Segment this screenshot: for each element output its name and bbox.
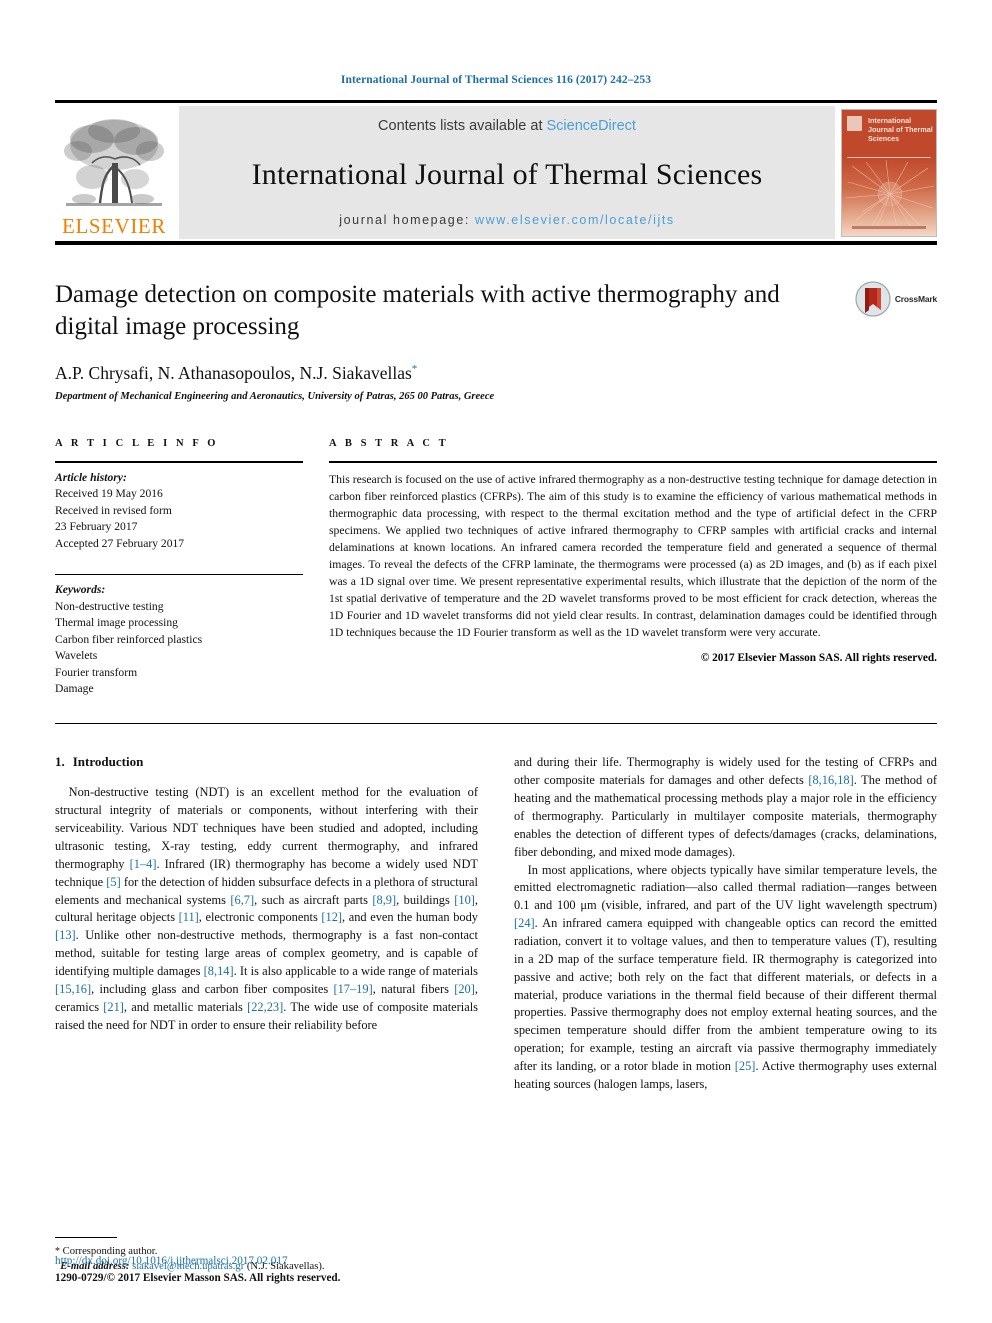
- keyword-item: Wavelets: [55, 649, 98, 663]
- elsevier-wordmark: ELSEVIER: [62, 214, 166, 238]
- keywords-label: Keywords:: [55, 583, 106, 597]
- abstract-column: A B S T R A C T This research is focused…: [329, 438, 937, 697]
- text-run: . It is also applicable to a wide range …: [233, 964, 478, 979]
- issn-copyright-line: 1290-0729/© 2017 Elsevier Masson SAS. Al…: [55, 1272, 341, 1285]
- article-history-label: Article history:: [55, 471, 127, 484]
- masthead-bottom-rule: [55, 241, 937, 245]
- keywords-block: Keywords: Non-destructive testing Therma…: [55, 582, 303, 697]
- masthead-center: Contents lists available at ScienceDirec…: [179, 106, 835, 239]
- section-number: 1.: [55, 754, 65, 770]
- contents-prefix: Contents lists available at: [378, 118, 547, 134]
- journal-cover-thumbnail: International Journal of Thermal Science…: [841, 108, 937, 237]
- citation-ref[interactable]: [8,9]: [372, 893, 396, 907]
- citation-ref[interactable]: [10]: [454, 893, 475, 907]
- keyword-item: Fourier transform: [55, 665, 138, 679]
- keyword-item: Thermal image processing: [55, 616, 178, 630]
- elsevier-logo: ELSEVIER: [55, 106, 173, 239]
- contents-available-line: Contents lists available at ScienceDirec…: [378, 118, 636, 134]
- body-right-column: and during their life. Thermography is w…: [514, 754, 937, 1274]
- text-run: , electronic components: [198, 910, 322, 925]
- author-names: A.P. Chrysafi, N. Athanasopoulos, N.J. S…: [55, 363, 412, 383]
- info-abstract-region: A R T I C L E I N F O Article history: R…: [55, 438, 937, 697]
- cover-title-text: International Journal of Thermal Science…: [868, 115, 933, 143]
- paragraph: and during their life. Thermography is w…: [514, 754, 937, 861]
- homepage-prefix: journal homepage:: [339, 213, 476, 227]
- citation-ref[interactable]: [22,23]: [247, 1000, 283, 1014]
- section-title-text: Introduction: [72, 754, 144, 770]
- history-line: Received in revised form: [55, 503, 172, 517]
- history-line: Received 19 May 2016: [55, 487, 163, 501]
- corresponding-author-marker: *: [411, 363, 418, 376]
- history-line: Accepted 27 February 2017: [55, 536, 185, 550]
- text-run: , including glass and carbon fiber compo…: [91, 981, 334, 996]
- copyright-line: © 2017 Elsevier Masson SAS. All rights r…: [700, 651, 937, 664]
- footnote-rule: [55, 1236, 117, 1238]
- citation-ref[interactable]: [21]: [103, 1000, 124, 1014]
- keywords-divider: [55, 574, 303, 576]
- page-footer: http://dx.doi.org/10.1016/j.ijthermalsci…: [55, 1253, 340, 1287]
- page-title: Damage detection on composite materials …: [55, 281, 780, 340]
- citation-ref[interactable]: [11]: [179, 910, 199, 924]
- citation-ref[interactable]: [8,16,18]: [808, 773, 853, 787]
- citation-ref[interactable]: [17–19]: [333, 982, 372, 996]
- journal-homepage-link[interactable]: www.elsevier.com/locate/ijts: [475, 213, 675, 227]
- journal-title: International Journal of Thermal Science…: [251, 158, 763, 191]
- abstract-rule: [329, 461, 937, 463]
- cover-footer-bar: [852, 225, 926, 229]
- article-history: Article history: Received 19 May 2016 Re…: [55, 470, 303, 552]
- text-run: , natural fibers: [372, 981, 455, 996]
- abstract-heading: A B S T R A C T: [329, 438, 449, 449]
- article-info-heading: A R T I C L E I N F O: [55, 438, 219, 449]
- citation-ref[interactable]: [8,14]: [204, 964, 234, 978]
- text-run: , buildings: [396, 892, 455, 907]
- cover-emblem-icon: [847, 115, 862, 131]
- citation-ref[interactable]: [20]: [454, 982, 475, 996]
- text-run: In most applications, where objects typi…: [514, 862, 937, 913]
- text-run: , and even the human body: [342, 910, 478, 925]
- sciencedirect-link[interactable]: ScienceDirect: [547, 118, 636, 134]
- journal-masthead: ELSEVIER Contents lists available at Sci…: [55, 100, 937, 239]
- cover-burst-graphic: [845, 159, 935, 232]
- title-block: Damage detection on composite materials …: [55, 279, 937, 402]
- crossmark-badge[interactable]: CrossMark: [855, 281, 937, 317]
- keyword-item: Damage: [55, 681, 94, 695]
- citation-ref[interactable]: [15,16]: [55, 982, 91, 996]
- text-run: . An infrared camera equipped with chang…: [514, 916, 937, 1074]
- body-columns: 1. Introduction Non-destructive testing (…: [55, 754, 937, 1274]
- citation-ref[interactable]: [25]: [735, 1059, 756, 1073]
- section-heading-introduction: 1. Introduction: [55, 754, 478, 770]
- citation-ref[interactable]: [1–4]: [130, 857, 157, 871]
- citation-ref[interactable]: [13]: [55, 928, 76, 942]
- abstract-text: This research is focused on the use of a…: [329, 473, 937, 639]
- citation-ref[interactable]: [12]: [321, 910, 342, 924]
- article-info-rule: [55, 461, 303, 463]
- crossmark-icon: [855, 281, 891, 317]
- doi-link[interactable]: http://dx.doi.org/10.1016/j.ijthermalsci…: [55, 1253, 340, 1270]
- citation-ref[interactable]: [6,7]: [230, 893, 254, 907]
- paper-page: International Journal of Thermal Science…: [0, 0, 992, 1323]
- paragraph: Non-destructive testing (NDT) is an exce…: [55, 784, 478, 1034]
- citation-ref[interactable]: [5]: [106, 875, 120, 889]
- affiliation: Department of Mechanical Engineering and…: [55, 391, 495, 402]
- author-list: A.P. Chrysafi, N. Athanasopoulos, N.J. S…: [55, 363, 937, 384]
- journal-homepage-line: journal homepage: www.elsevier.com/locat…: [339, 213, 675, 227]
- article-info-column: A R T I C L E I N F O Article history: R…: [55, 438, 303, 697]
- text-run: , and metallic materials: [123, 999, 248, 1014]
- crossmark-label: CrossMark: [894, 294, 937, 304]
- paragraph: In most applications, where objects typi…: [514, 862, 937, 1094]
- citation-ref[interactable]: [24]: [514, 916, 535, 930]
- history-line: 23 February 2017: [55, 520, 138, 534]
- running-head: International Journal of Thermal Science…: [340, 74, 652, 86]
- text-run: , such as aircraft parts: [254, 892, 373, 907]
- elsevier-tree-icon: [64, 119, 164, 206]
- keyword-item: Carbon fiber reinforced plastics: [55, 632, 203, 646]
- body-left-column: 1. Introduction Non-destructive testing (…: [55, 754, 478, 1274]
- abstract-bottom-rule: [55, 723, 937, 725]
- keyword-item: Non-destructive testing: [55, 599, 164, 613]
